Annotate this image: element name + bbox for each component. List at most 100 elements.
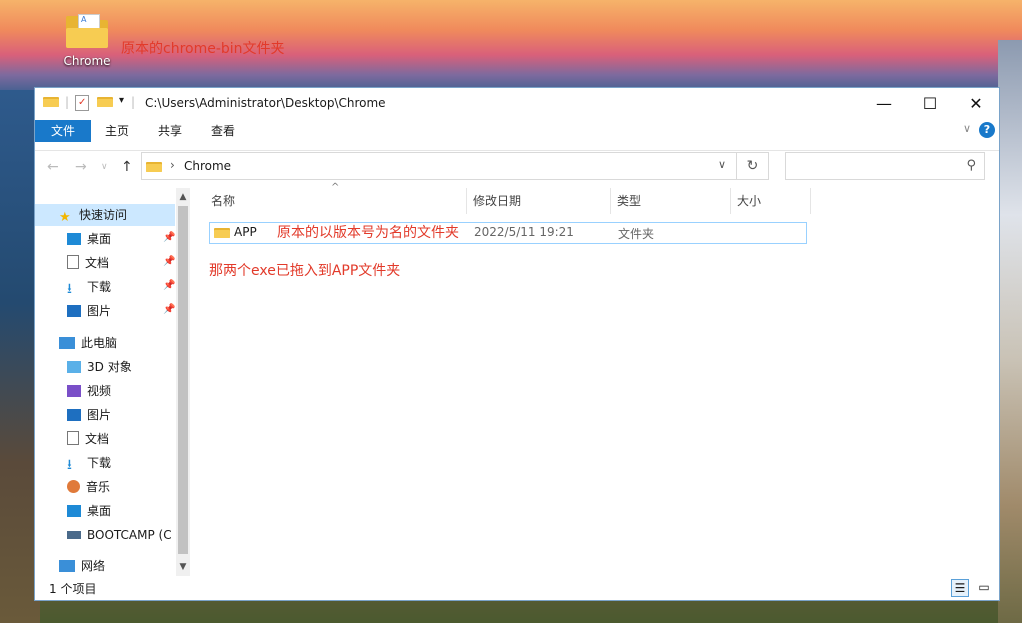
- desktop-icon: [67, 505, 81, 517]
- column-header-type[interactable]: 类型: [611, 188, 731, 214]
- help-icon[interactable]: ?: [979, 122, 995, 138]
- address-dropdown-icon[interactable]: ∨: [718, 158, 726, 171]
- scroll-thumb[interactable]: [178, 206, 188, 554]
- navigation-pane: ★ 快速访问 桌面 📌 文档 📌 ⭳ 下载 📌 图片 📌 此电脑 3D 对象 视频 …: [35, 200, 175, 573]
- back-arrow-icon[interactable]: ←: [47, 159, 59, 175]
- folder-icon: [146, 160, 162, 175]
- column-header-size[interactable]: 大小: [731, 188, 811, 214]
- pictures-icon: [67, 305, 81, 317]
- close-button[interactable]: ✕: [953, 88, 999, 118]
- sidebar-item-pictures[interactable]: 图片: [67, 300, 111, 322]
- sidebar-scrollbar[interactable]: ▲ ▼: [176, 188, 190, 576]
- sidebar-item-label: 快速访问: [79, 208, 128, 222]
- scroll-down-icon[interactable]: ▼: [176, 560, 190, 574]
- pictures-icon: [67, 409, 81, 421]
- up-arrow-icon[interactable]: ↑: [121, 159, 133, 175]
- sidebar-item-downloads[interactable]: ⭳ 下载: [67, 276, 111, 298]
- refresh-icon: ↻: [746, 158, 759, 174]
- folder-icon: [43, 95, 59, 111]
- maximize-button[interactable]: ☐: [907, 88, 953, 118]
- sidebar-item-desktop[interactable]: 桌面: [67, 228, 111, 250]
- search-input[interactable]: ⚲: [785, 152, 985, 180]
- search-icon: ⚲: [966, 158, 976, 173]
- large-icons-view-icon[interactable]: ▭: [975, 579, 993, 597]
- ribbon-tabs: 文件 主页 共享 查看 ∨ ?: [35, 118, 999, 142]
- sidebar-item-pictures-pc[interactable]: 图片: [67, 404, 111, 426]
- sidebar-item-label: 桌面: [87, 504, 112, 518]
- download-icon: ⭳: [67, 457, 72, 473]
- sidebar-item-this-pc[interactable]: 此电脑: [59, 332, 117, 354]
- column-header-name[interactable]: 名称: [205, 188, 467, 214]
- address-bar[interactable]: › Chrome ∨: [141, 152, 737, 180]
- refresh-button[interactable]: ↻: [737, 152, 769, 180]
- wallpaper-sea: [0, 90, 40, 623]
- breadcrumb-chrome[interactable]: Chrome: [184, 159, 231, 173]
- item-count: 1 个项目: [49, 582, 97, 596]
- cube-icon: [67, 361, 81, 373]
- file-type: 文件夹: [618, 227, 655, 241]
- desktop-icon-label: Chrome: [63, 54, 111, 68]
- folder-icon: A: [66, 14, 108, 48]
- customize-quick-access-icon[interactable]: ▾: [119, 95, 124, 111]
- sidebar-item-videos[interactable]: 视频: [67, 380, 111, 402]
- music-icon: [67, 480, 80, 493]
- sidebar-item-bootcamp-drive[interactable]: BOOTCAMP (C: [67, 524, 175, 546]
- file-list: ^ 名称 修改日期 类型 大小 APP 2022/5/11 19:21 文件夹 …: [205, 182, 995, 576]
- pin-icon[interactable]: 📌: [163, 232, 175, 243]
- new-folder-icon[interactable]: [97, 95, 113, 111]
- window-title: C:\Users\Administrator\Desktop\Chrome: [145, 96, 386, 110]
- sidebar-item-3d-objects[interactable]: 3D 对象: [67, 356, 132, 378]
- sidebar-item-label: 网络: [81, 559, 106, 573]
- star-icon: ★: [59, 210, 71, 225]
- drive-icon: [67, 531, 81, 539]
- sidebar-item-label: 图片: [87, 304, 112, 318]
- tab-share[interactable]: 共享: [144, 120, 196, 142]
- breadcrumb-chevron-icon[interactable]: ›: [170, 158, 175, 172]
- sidebar-item-label: 桌面: [87, 232, 112, 246]
- document-icon: [67, 255, 79, 269]
- desktop-icon-chrome-folder[interactable]: A Chrome: [58, 14, 116, 68]
- sidebar-item-label: 文档: [85, 256, 110, 270]
- pin-icon[interactable]: 📌: [163, 280, 175, 291]
- document-icon: [67, 431, 79, 445]
- sidebar-item-label: 此电脑: [81, 336, 118, 350]
- sidebar-item-music[interactable]: 音乐: [67, 476, 110, 498]
- minimize-button[interactable]: —: [861, 88, 907, 118]
- expand-ribbon-icon[interactable]: ∨: [963, 122, 971, 135]
- sidebar-item-documents[interactable]: 文档: [67, 252, 109, 274]
- address-row: ← → ∨ ↑ › Chrome ∨ ↻ ⚲: [35, 150, 999, 183]
- sidebar-item-network[interactable]: 网络: [59, 555, 105, 577]
- sidebar-item-label: 下载: [87, 456, 112, 470]
- video-icon: [67, 385, 81, 397]
- properties-icon[interactable]: ✓: [75, 95, 89, 111]
- desktop-icon: [67, 233, 81, 245]
- pin-icon[interactable]: 📌: [163, 256, 175, 267]
- recent-locations-icon[interactable]: ∨: [101, 162, 108, 172]
- wallpaper-cliff: [998, 40, 1022, 623]
- forward-arrow-icon[interactable]: →: [75, 159, 87, 175]
- details-view-icon[interactable]: ☰: [951, 579, 969, 597]
- separator: |: [65, 95, 70, 109]
- pin-icon[interactable]: 📌: [163, 304, 175, 315]
- sidebar-item-desktop-pc[interactable]: 桌面: [67, 500, 111, 522]
- sidebar-item-downloads-pc[interactable]: ⭳ 下载: [67, 452, 111, 474]
- computer-icon: [59, 337, 75, 349]
- sidebar-item-label: 下载: [87, 280, 112, 294]
- column-header-modified[interactable]: 修改日期: [467, 188, 611, 214]
- sidebar-item-label: 文档: [85, 432, 110, 446]
- title-bar[interactable]: | ✓ ▾ | C:\Users\Administrator\Desktop\C…: [35, 88, 999, 118]
- status-bar: 1 个项目 ☰ ▭: [35, 576, 999, 600]
- scroll-up-icon[interactable]: ▲: [176, 190, 190, 204]
- sidebar-item-label: 3D 对象: [87, 360, 132, 374]
- network-icon: [59, 560, 75, 572]
- sidebar-item-label: BOOTCAMP (C: [87, 528, 172, 542]
- download-icon: ⭳: [67, 281, 72, 297]
- sidebar-item-quick-access[interactable]: ★ 快速访问: [35, 204, 175, 226]
- sidebar-item-documents-pc[interactable]: 文档: [67, 428, 109, 450]
- row-annotation: 原本的以版本号为名的文件夹: [277, 225, 459, 241]
- explorer-window: | ✓ ▾ | C:\Users\Administrator\Desktop\C…: [35, 88, 999, 600]
- tab-home[interactable]: 主页: [91, 120, 143, 142]
- tab-file[interactable]: 文件: [35, 120, 91, 142]
- file-name: APP: [234, 225, 257, 239]
- tab-view[interactable]: 查看: [197, 120, 249, 142]
